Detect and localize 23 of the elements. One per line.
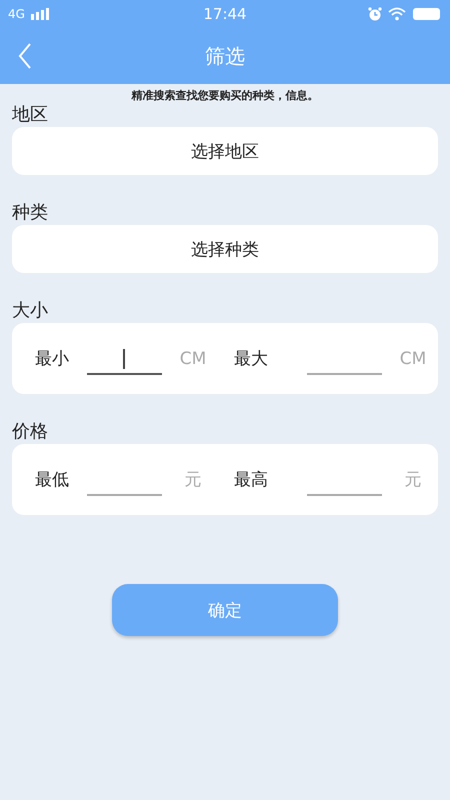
hint-text: 精准搜索查找您要购买的种类，信息。 bbox=[130, 88, 320, 103]
field-label: 最小 bbox=[35, 348, 70, 370]
unit-label: CM bbox=[178, 348, 208, 368]
unit-label: 元 bbox=[404, 469, 422, 491]
section-label: 大小 bbox=[12, 299, 49, 323]
select-field[interactable]: 选择种类 bbox=[12, 225, 438, 273]
field-label: 最低 bbox=[35, 469, 70, 491]
wifi-icon bbox=[388, 7, 406, 21]
section-label: 种类 bbox=[12, 201, 49, 225]
unit-label: CM bbox=[398, 348, 428, 368]
back-icon[interactable] bbox=[18, 43, 32, 69]
section-label: 价格 bbox=[12, 420, 49, 444]
select-field[interactable]: 选择地区 bbox=[12, 127, 438, 175]
field-label: 最高 bbox=[233, 469, 269, 491]
status-time: 17:44 bbox=[203, 5, 247, 23]
battery-icon bbox=[412, 7, 442, 21]
section-label: 地区 bbox=[12, 103, 49, 127]
unit-label: 元 bbox=[184, 469, 202, 491]
signal-icon bbox=[30, 8, 49, 20]
page-title: 筛选 bbox=[205, 42, 245, 70]
network-label: 4G bbox=[8, 7, 25, 21]
alarm-icon bbox=[368, 7, 382, 21]
field-label: 最大 bbox=[233, 348, 269, 370]
